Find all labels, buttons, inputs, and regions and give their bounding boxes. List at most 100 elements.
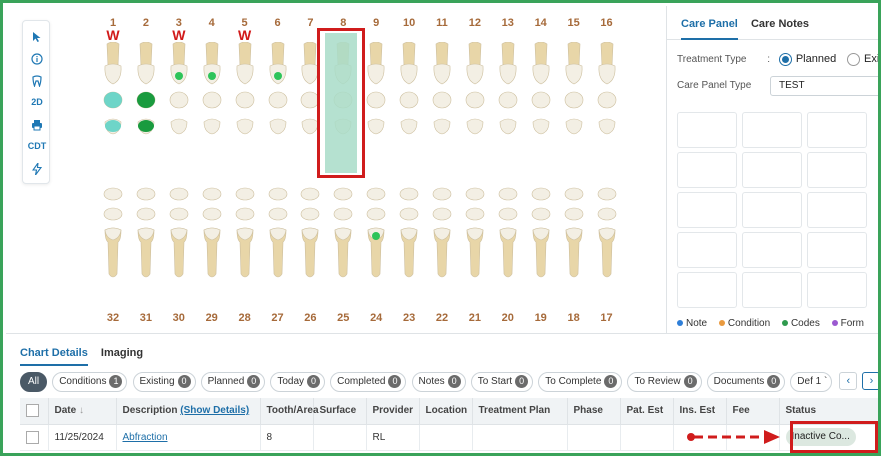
tooth-5[interactable] <box>230 42 260 142</box>
tooth-12[interactable] <box>460 42 490 142</box>
tooth-16[interactable] <box>592 42 622 142</box>
col-location[interactable]: Location <box>419 398 473 425</box>
show-details-link[interactable]: (Show Details) <box>180 405 249 416</box>
col-date[interactable]: Date ↓ <box>48 398 117 425</box>
tooth-number-31[interactable]: 31 <box>135 312 157 324</box>
col-provider[interactable]: Provider <box>366 398 420 425</box>
care-panel-cell[interactable] <box>677 192 737 228</box>
col-fee[interactable]: Fee <box>726 398 780 425</box>
care-panel-cell[interactable] <box>807 112 867 148</box>
cursor-icon[interactable] <box>23 25 51 47</box>
row-checkbox[interactable] <box>26 430 39 444</box>
care-panel-cell[interactable] <box>807 272 867 308</box>
filter-to-start[interactable]: To Start 0 <box>470 372 534 392</box>
care-panel-type-select[interactable]: TEST <box>770 76 878 96</box>
tooth-number-28[interactable]: 28 <box>234 312 256 324</box>
care-panel-cell[interactable] <box>742 112 802 148</box>
tooth-22[interactable] <box>427 186 457 286</box>
care-panel-cell[interactable] <box>742 192 802 228</box>
tooth-number-18[interactable]: 18 <box>563 312 585 324</box>
filter-def[interactable]: Def 1 ` <box>790 372 833 392</box>
tooth-number-20[interactable]: 20 <box>497 312 519 324</box>
tooth-32[interactable] <box>98 186 128 286</box>
col-tooth-area[interactable]: Tooth/Area <box>260 398 319 425</box>
col-phase[interactable]: Phase <box>567 398 621 425</box>
tooth-6[interactable] <box>263 42 293 142</box>
tooth-23[interactable] <box>394 186 424 286</box>
tooth-24[interactable] <box>361 186 391 286</box>
filter-completed[interactable]: Completed 0 <box>330 372 407 392</box>
care-panel-cell[interactable] <box>677 112 737 148</box>
view-2d-button[interactable]: 2D <box>23 91 51 113</box>
tooth-number-13[interactable]: 13 <box>497 17 519 29</box>
care-panel-cell[interactable] <box>807 152 867 188</box>
tooth-26[interactable] <box>295 186 325 286</box>
tooth-number-21[interactable]: 21 <box>464 312 486 324</box>
tooth-31[interactable] <box>131 186 161 286</box>
radio-planned[interactable]: Planned <box>778 53 836 66</box>
tooth-21[interactable] <box>460 186 490 286</box>
col-surface[interactable]: Surface <box>313 398 367 425</box>
select-all-checkbox[interactable] <box>26 404 39 418</box>
select-all-header[interactable] <box>20 398 49 425</box>
print-icon[interactable] <box>23 113 51 135</box>
filter-to-review[interactable]: To Review 0 <box>627 372 702 392</box>
tooth-27[interactable] <box>263 186 293 286</box>
col-pat-est[interactable]: Pat. Est <box>620 398 674 425</box>
care-panel-cell[interactable] <box>807 232 867 268</box>
filter-today[interactable]: Today 0 <box>270 372 326 392</box>
tooth-29[interactable] <box>197 186 227 286</box>
tooth-number-30[interactable]: 30 <box>168 312 190 324</box>
tooth-number-24[interactable]: 24 <box>365 312 387 324</box>
filter-all[interactable]: All <box>20 372 48 392</box>
tooth-17[interactable] <box>592 186 622 286</box>
tooth-number-17[interactable]: 17 <box>596 312 618 324</box>
care-panel-cell[interactable] <box>677 232 737 268</box>
tooth-18[interactable] <box>559 186 589 286</box>
radio-existing[interactable]: Exis <box>846 53 878 66</box>
care-panel-cell[interactable] <box>742 152 802 188</box>
tooth-number-16[interactable]: 16 <box>596 17 618 29</box>
tooth-9[interactable] <box>361 42 391 142</box>
tooth-number-6[interactable]: 6 <box>267 17 289 29</box>
cdt-button[interactable]: CDT <box>23 135 51 157</box>
tooth-2[interactable] <box>131 42 161 142</box>
tab-care-panel[interactable]: Care Panel <box>681 6 738 40</box>
tooth-28[interactable] <box>230 186 260 286</box>
tooth-number-19[interactable]: 19 <box>530 312 552 324</box>
tooth-icon[interactable] <box>23 69 51 91</box>
filter-to-complete[interactable]: To Complete 0 <box>538 372 623 392</box>
selected-tooth-highlight[interactable] <box>317 28 365 178</box>
radio-planned-control[interactable] <box>778 53 792 66</box>
chevron-left-icon[interactable]: ‹ <box>839 372 858 391</box>
tooth-number-4[interactable]: 4 <box>201 17 223 29</box>
care-panel-cell[interactable] <box>677 272 737 308</box>
tooth-number-22[interactable]: 22 <box>431 312 453 324</box>
tooth-number-15[interactable]: 15 <box>563 17 585 29</box>
tooth-11[interactable] <box>427 42 457 142</box>
tooth-number-26[interactable]: 26 <box>299 312 321 324</box>
tooth-number-12[interactable]: 12 <box>464 17 486 29</box>
tooth-30[interactable] <box>164 186 194 286</box>
tooth-number-29[interactable]: 29 <box>201 312 223 324</box>
tooth-number-10[interactable]: 10 <box>398 17 420 29</box>
tooth-number-9[interactable]: 9 <box>365 17 387 29</box>
filter-notes[interactable]: Notes 0 <box>411 372 466 392</box>
tooth-20[interactable] <box>493 186 523 286</box>
tooth-number-23[interactable]: 23 <box>398 312 420 324</box>
tooth-number-14[interactable]: 14 <box>530 17 552 29</box>
filter-documents[interactable]: Documents 0 <box>706 372 786 392</box>
tooth-19[interactable] <box>526 186 556 286</box>
tab-imaging[interactable]: Imaging <box>101 334 143 366</box>
tooth-10[interactable] <box>394 42 424 142</box>
lightning-icon[interactable] <box>23 157 51 179</box>
col-ins-est[interactable]: Ins. Est <box>673 398 727 425</box>
tab-care-notes[interactable]: Care Notes <box>751 6 809 40</box>
tooth-25[interactable] <box>328 186 358 286</box>
tooth-number-2[interactable]: 2 <box>135 17 157 29</box>
col-treatment-plan[interactable]: Treatment Plan <box>472 398 568 425</box>
col-description[interactable]: Description (Show Details) <box>116 398 261 425</box>
tab-chart-details[interactable]: Chart Details <box>20 334 88 366</box>
filter-planned[interactable]: Planned 0 <box>200 372 266 392</box>
row-select-cell[interactable] <box>20 424 49 451</box>
